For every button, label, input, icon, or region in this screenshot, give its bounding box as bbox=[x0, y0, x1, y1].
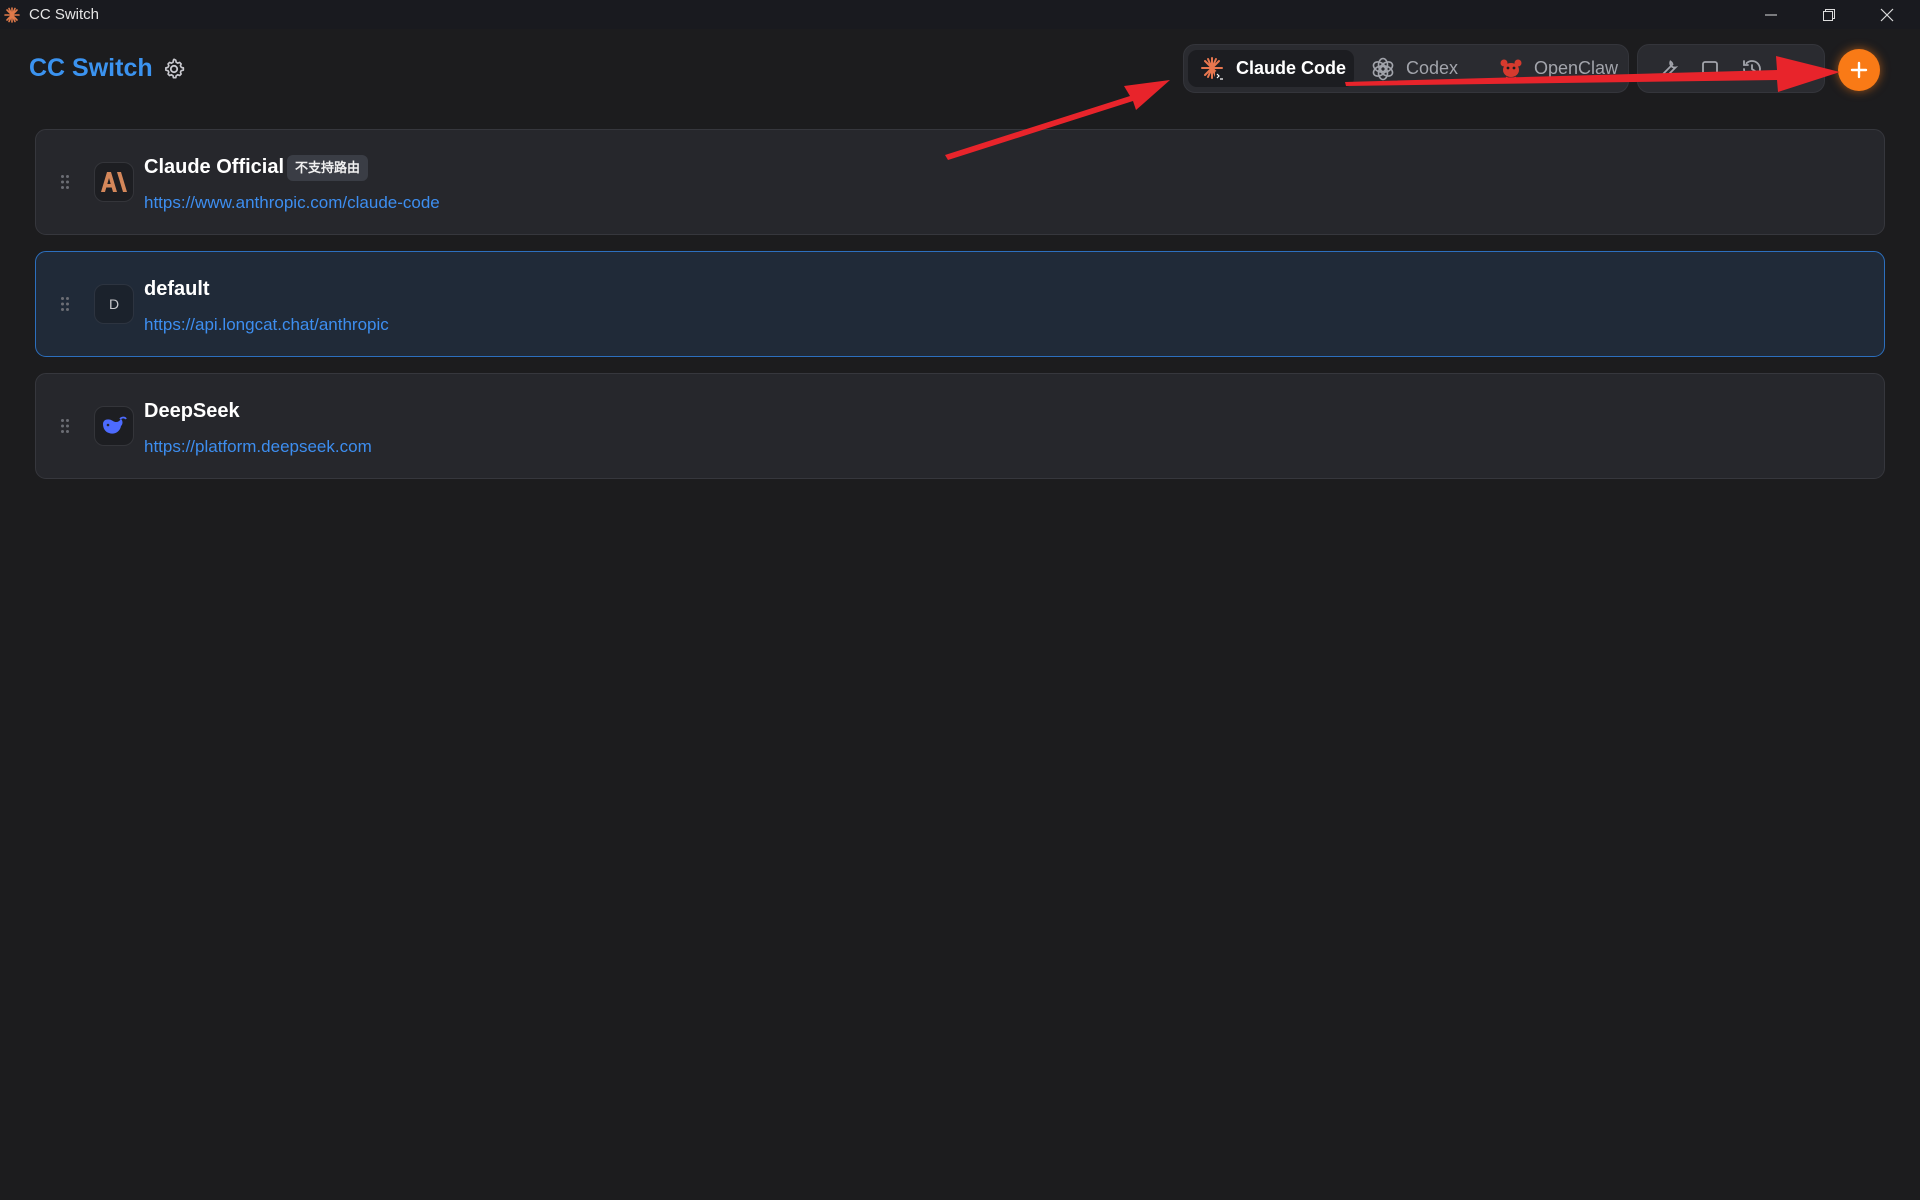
provider-name: Claude Official bbox=[144, 156, 285, 178]
anthropic-icon bbox=[101, 172, 127, 192]
restore-button[interactable] bbox=[1800, 0, 1858, 29]
gear-icon[interactable] bbox=[162, 57, 186, 81]
app-tabs: Claude Code Codex OpenClaw bbox=[1183, 44, 1629, 93]
minimize-button[interactable] bbox=[1742, 0, 1800, 29]
deepseek-icon bbox=[103, 416, 127, 434]
drag-handle-icon[interactable] bbox=[60, 296, 70, 312]
provider-name: DeepSeek bbox=[144, 400, 240, 422]
provider-card-claude-official[interactable]: Claude Official 不支持路由 https://www.anthro… bbox=[35, 129, 1885, 235]
app-icon bbox=[4, 7, 20, 23]
close-button[interactable] bbox=[1858, 0, 1916, 29]
avatar-letter: D bbox=[108, 296, 120, 312]
close-icon bbox=[1880, 8, 1894, 21]
provider-url[interactable]: https://platform.deepseek.com bbox=[144, 437, 372, 457]
tab-label: OpenClaw bbox=[1534, 58, 1619, 78]
window-title: CC Switch bbox=[29, 6, 100, 23]
tab-label: Codex bbox=[1406, 58, 1459, 78]
anthropic-logo bbox=[94, 162, 134, 202]
app-brand: CC Switch bbox=[29, 54, 153, 82]
drag-handle-icon[interactable] bbox=[60, 174, 70, 190]
tab-openclaw[interactable]: OpenClaw bbox=[1486, 50, 1626, 87]
drag-handle-icon[interactable] bbox=[60, 418, 70, 434]
provider-card-deepseek[interactable]: DeepSeek https://platform.deepseek.com bbox=[35, 373, 1885, 479]
status-badge: 不支持路由 bbox=[287, 155, 369, 181]
provider-url[interactable]: https://www.anthropic.com/claude-code bbox=[144, 193, 440, 213]
restore-icon bbox=[1823, 8, 1835, 21]
square-icon[interactable] bbox=[1698, 57, 1722, 81]
title-bar: CC Switch bbox=[0, 0, 1920, 29]
toolbar bbox=[1637, 44, 1825, 93]
wrench-icon[interactable] bbox=[1656, 57, 1680, 81]
add-provider-button[interactable] bbox=[1838, 49, 1880, 91]
avatar: D bbox=[94, 284, 134, 324]
openai-icon bbox=[1372, 57, 1394, 80]
tab-codex[interactable]: Codex bbox=[1358, 50, 1478, 87]
history-icon[interactable] bbox=[1740, 57, 1764, 81]
tab-claude-code[interactable]: Claude Code bbox=[1188, 50, 1354, 87]
claude-code-icon bbox=[1201, 56, 1225, 81]
provider-url[interactable]: https://api.longcat.chat/anthropic bbox=[144, 315, 389, 335]
minimize-icon bbox=[1765, 14, 1777, 15]
deepseek-logo bbox=[94, 406, 134, 446]
tab-label: Claude Code bbox=[1236, 58, 1347, 78]
plus-icon bbox=[1850, 61, 1868, 79]
provider-card-default[interactable]: D default https://api.longcat.chat/anthr… bbox=[35, 251, 1885, 357]
provider-name: default bbox=[144, 278, 210, 300]
openclaw-icon bbox=[1500, 59, 1522, 80]
